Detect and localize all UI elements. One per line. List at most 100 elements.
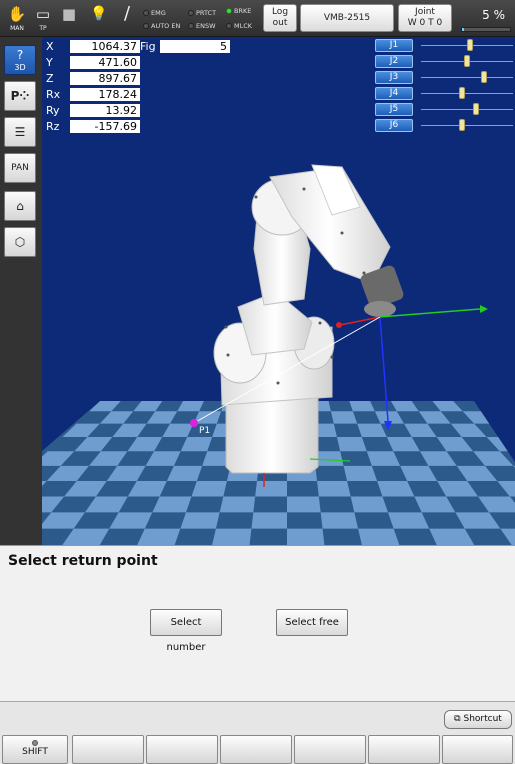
joint-j5-button[interactable]: J5 bbox=[375, 103, 413, 116]
joint-j6-button[interactable]: J6 bbox=[375, 119, 413, 132]
joint-j5-slider-thumb[interactable] bbox=[473, 103, 480, 115]
shortcut-label: Shortcut bbox=[463, 714, 502, 724]
cube-view-button[interactable]: ⬡ bbox=[4, 227, 36, 257]
brke-status: BRKE bbox=[226, 6, 251, 16]
joint-j6-slider-thumb[interactable] bbox=[459, 119, 466, 131]
stop-glyph: ■ bbox=[61, 5, 77, 23]
floor-tile bbox=[191, 481, 227, 497]
auto-en-status: AUTO EN bbox=[143, 21, 180, 31]
lightbulb-icon[interactable]: 💡 bbox=[86, 3, 112, 35]
prtct-label: PRTCT bbox=[196, 9, 217, 17]
mlck-led bbox=[226, 23, 232, 29]
shortcut-button[interactable]: ⧉ Shortcut bbox=[444, 710, 512, 729]
joint-j6-track[interactable] bbox=[421, 125, 513, 126]
ensw-label: ENSW bbox=[196, 22, 216, 30]
select-free-button[interactable]: Select free bbox=[276, 609, 348, 636]
logout-button[interactable]: Log out bbox=[263, 4, 297, 32]
layers-button[interactable]: ☰ bbox=[4, 117, 36, 147]
joint-j4-slider-thumb[interactable] bbox=[459, 87, 466, 99]
joint-j5-track[interactable] bbox=[421, 109, 513, 110]
floor-tile bbox=[320, 512, 359, 529]
speed-text: 5 % bbox=[482, 8, 505, 22]
joint-row-j5: J5 bbox=[375, 103, 513, 116]
joint-row-j4: J4 bbox=[375, 87, 513, 100]
teach-pendant-icon[interactable]: ▭ TP bbox=[30, 3, 56, 35]
robot-model-button[interactable]: VMB-2515 bbox=[300, 4, 394, 32]
emg-label: EMG bbox=[151, 9, 166, 17]
function-key-6[interactable] bbox=[442, 735, 513, 764]
joint-row-j2: J2 bbox=[375, 55, 513, 68]
floor-tile bbox=[287, 528, 325, 545]
coord-ry-key: Ry bbox=[46, 104, 60, 117]
joint-j3-button[interactable]: J3 bbox=[375, 71, 413, 84]
joint-j2-slider-thumb[interactable] bbox=[464, 55, 470, 67]
fig-row: Fig 5 bbox=[140, 40, 230, 54]
floor-tile bbox=[137, 528, 181, 545]
floor-tile bbox=[343, 465, 378, 482]
function-key-2[interactable] bbox=[146, 735, 218, 764]
shortcut-icon: ⧉ bbox=[454, 714, 461, 724]
emg-led bbox=[143, 10, 149, 16]
shift-led bbox=[32, 740, 38, 746]
joint-j4-track[interactable] bbox=[421, 93, 513, 94]
pan-button[interactable]: PAN bbox=[4, 153, 36, 183]
select-number-button[interactable]: Select number bbox=[150, 609, 222, 653]
coordinate-mode-button[interactable]: Joint W 0 T 0 bbox=[398, 4, 452, 32]
function-key-5[interactable] bbox=[368, 735, 440, 764]
point-p1-marker[interactable] bbox=[190, 419, 198, 427]
fig-value: 5 bbox=[160, 40, 230, 53]
function-key-4[interactable] bbox=[294, 735, 366, 764]
robot-model-label: VMB-2515 bbox=[323, 12, 371, 23]
joint-j4-button[interactable]: J4 bbox=[375, 87, 413, 100]
help-icon: ? bbox=[16, 48, 24, 62]
joint-j2-button[interactable]: J2 bbox=[375, 55, 413, 68]
floor-tile bbox=[336, 437, 367, 452]
robot-3d-viewport[interactable]: P1 X 1064.37 Y 471.60 Z 897.67 Rx 178.24 Ry 1… bbox=[42, 37, 515, 545]
joint-j1-button[interactable]: J1 bbox=[375, 39, 413, 52]
function-key-1[interactable] bbox=[72, 735, 144, 764]
floor-tile bbox=[317, 481, 351, 497]
coord-x-value: 1064.37 bbox=[70, 40, 140, 53]
joint-row-j3: J3 bbox=[375, 71, 513, 84]
joint-j3-slider-thumb[interactable] bbox=[480, 71, 487, 83]
home-icon: ⌂ bbox=[16, 199, 24, 213]
bottom-function-bar: ⧉ Shortcut SHIFT bbox=[0, 701, 515, 764]
floor-tile bbox=[212, 528, 252, 545]
left-toolbar: ? 3D P⁘ ☰ PAN ⌂ ⬡ bbox=[0, 37, 42, 545]
function-key-3[interactable] bbox=[220, 735, 292, 764]
ensw-led bbox=[188, 23, 194, 29]
select-return-point-dialog: Select return point Select number Select… bbox=[0, 545, 515, 701]
floor-tile bbox=[330, 411, 358, 424]
joint-j3-track[interactable] bbox=[421, 77, 513, 78]
logout-label: Log out bbox=[271, 7, 289, 28]
joint-j1-slider-thumb[interactable] bbox=[466, 39, 473, 51]
tp-label: TP bbox=[39, 25, 47, 32]
prtct-status: PRTCT bbox=[188, 8, 216, 18]
home-view-button[interactable]: ⌂ bbox=[4, 191, 36, 221]
stop-icon[interactable]: ■ bbox=[56, 3, 82, 35]
mode-label: MAN bbox=[10, 25, 24, 32]
floor-tile bbox=[180, 512, 220, 529]
joint-row-j1: J1 bbox=[375, 39, 513, 52]
view-3d-button[interactable]: ? 3D bbox=[4, 45, 36, 75]
wrench-icon[interactable]: / bbox=[114, 3, 140, 35]
lightbulb-glyph: 💡 bbox=[90, 6, 108, 22]
floor-tile bbox=[255, 481, 287, 497]
floor-tile bbox=[219, 496, 256, 513]
coord-rx-value: 178.24 bbox=[70, 88, 140, 101]
hand-icon[interactable]: ✋ MAN bbox=[4, 3, 30, 35]
shift-key[interactable]: SHIFT bbox=[2, 735, 68, 764]
ensw-status: ENSW bbox=[188, 21, 216, 31]
auto-en-led bbox=[143, 23, 149, 29]
view-3d-label: 3D bbox=[14, 63, 26, 72]
coord-rx-key: Rx bbox=[46, 88, 61, 101]
point-marker-button[interactable]: P⁘ bbox=[4, 81, 36, 111]
speed-indicator[interactable]: 5 % bbox=[459, 4, 513, 34]
floor-tile bbox=[251, 512, 287, 529]
cube-icon: ⬡ bbox=[14, 235, 26, 249]
mlck-label: MLCK bbox=[234, 22, 253, 30]
layers-icon: ☰ bbox=[14, 125, 26, 139]
floor-tile bbox=[287, 496, 321, 513]
emg-status: EMG bbox=[143, 8, 166, 18]
coord-z-value: 897.67 bbox=[70, 72, 140, 85]
